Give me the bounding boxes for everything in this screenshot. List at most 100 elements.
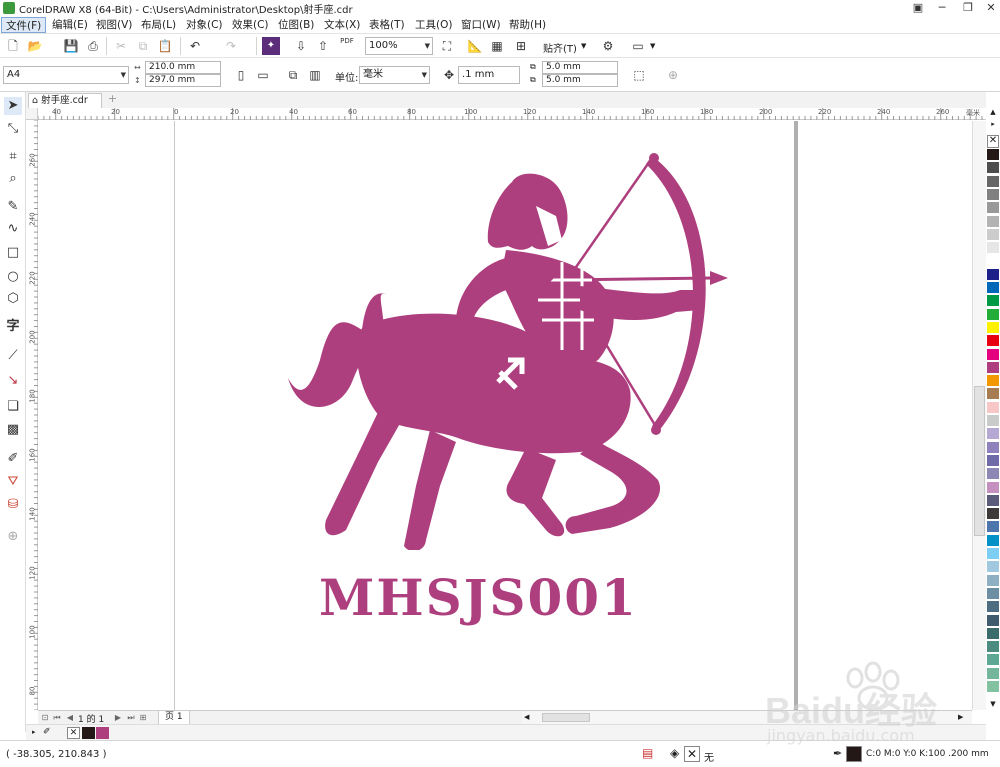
palette-swatch[interactable] bbox=[987, 242, 999, 255]
eyedropper-icon[interactable]: ✐ bbox=[43, 727, 51, 737]
palette-swatch[interactable] bbox=[987, 401, 999, 414]
palette-swatch[interactable] bbox=[987, 454, 999, 467]
drop-shadow-icon[interactable]: ❏ bbox=[4, 398, 22, 416]
import-icon[interactable]: ⇩ bbox=[292, 37, 310, 55]
palette-play-icon[interactable]: ▸ bbox=[32, 728, 36, 736]
export-icon[interactable]: ⇧ bbox=[314, 37, 332, 55]
interactive-fill-icon[interactable]: ⛛ bbox=[4, 473, 22, 491]
application-launcher-icon[interactable]: ▭ bbox=[629, 37, 647, 55]
palette-swatch[interactable] bbox=[987, 295, 999, 308]
ruler-origin[interactable] bbox=[26, 108, 38, 120]
rectangle-tool-icon[interactable]: □ bbox=[4, 244, 22, 262]
crop-tool-icon[interactable]: ⌗ bbox=[4, 148, 22, 166]
menu-table[interactable]: 表格(T) bbox=[365, 17, 409, 33]
nudge-distance-input[interactable]: .1 mm bbox=[458, 66, 520, 84]
add-tool-icon[interactable]: ⊕ bbox=[4, 528, 22, 546]
smart-fill-icon[interactable]: ⛁ bbox=[4, 496, 22, 514]
no-color-swatch[interactable]: ✕ bbox=[987, 135, 999, 148]
palette-swatch[interactable] bbox=[987, 521, 999, 534]
previous-page-icon[interactable]: ◀ bbox=[65, 712, 75, 723]
palette-swatch[interactable] bbox=[987, 228, 999, 241]
palette-swatch[interactable] bbox=[987, 308, 999, 321]
palette-swatch[interactable] bbox=[987, 481, 999, 494]
full-screen-icon[interactable]: ⛶ bbox=[438, 37, 456, 55]
palette-swatch[interactable] bbox=[987, 627, 999, 640]
vertical-scroll-thumb[interactable] bbox=[974, 386, 985, 536]
palette-scroll-up-icon[interactable]: ▲ bbox=[987, 108, 999, 118]
first-page-icon[interactable]: ⏮ bbox=[52, 712, 62, 723]
palette-swatch[interactable] bbox=[987, 348, 999, 361]
vertical-scrollbar[interactable] bbox=[972, 121, 986, 710]
undo-icon[interactable]: ↶ bbox=[186, 37, 204, 55]
all-pages-icon[interactable]: ⧉ bbox=[284, 66, 302, 84]
vertical-ruler[interactable]: 260 240 220 200 180 160 140 120 100 80 bbox=[26, 120, 38, 710]
open-icon[interactable]: 📂 bbox=[26, 37, 44, 55]
palette-swatch[interactable] bbox=[987, 361, 999, 374]
quick-customize-icon[interactable]: ⊕ bbox=[664, 66, 682, 84]
cut-icon[interactable]: ✂ bbox=[112, 37, 130, 55]
scroll-left-icon[interactable]: ◀ bbox=[524, 713, 529, 721]
parallel-dimension-icon[interactable]: ⟋ bbox=[4, 347, 22, 365]
snap-to-dropdown[interactable]: 贴齐(T) bbox=[543, 40, 577, 55]
palette-menu-icon[interactable]: ▸ bbox=[987, 120, 999, 132]
connector-tool-icon[interactable]: ↘ bbox=[4, 372, 22, 390]
menu-edit[interactable]: 编辑(E) bbox=[48, 17, 92, 33]
palette-swatch[interactable] bbox=[987, 468, 999, 481]
landscape-icon[interactable]: ▭ bbox=[254, 66, 272, 84]
palette-swatch[interactable] bbox=[987, 494, 999, 507]
save-icon[interactable]: 💾 bbox=[62, 37, 80, 55]
treat-as-filled-icon[interactable]: ⬚ bbox=[630, 66, 648, 84]
menu-file[interactable]: 文件(F) bbox=[1, 17, 47, 33]
palette-swatch[interactable] bbox=[987, 321, 999, 334]
palette-swatch[interactable] bbox=[987, 508, 999, 521]
palette-swatch[interactable] bbox=[987, 614, 999, 627]
palette-swatch[interactable] bbox=[987, 375, 999, 388]
add-page-icon[interactable]: ⊞ bbox=[138, 712, 148, 723]
current-page-icon[interactable]: ▥ bbox=[306, 66, 324, 84]
duplicate-y-input[interactable]: 5.0 mm bbox=[542, 74, 618, 87]
portrait-icon[interactable]: ▯ bbox=[232, 66, 250, 84]
palette-swatch[interactable] bbox=[987, 441, 999, 454]
zoom-tool-icon[interactable]: ⌕ bbox=[4, 170, 22, 188]
print-icon[interactable]: ⎙ bbox=[84, 37, 102, 55]
palette-swatch[interactable] bbox=[987, 574, 999, 587]
document-swatch[interactable] bbox=[96, 727, 109, 739]
sagittarius-artwork[interactable] bbox=[280, 150, 740, 550]
search-content-icon[interactable]: ✦ bbox=[262, 37, 280, 55]
transparency-tool-icon[interactable]: ▩ bbox=[4, 421, 22, 439]
palette-swatch[interactable] bbox=[987, 188, 999, 201]
shape-tool-icon[interactable]: ⤡ bbox=[4, 120, 22, 138]
menu-text[interactable]: 文本(X) bbox=[320, 17, 364, 33]
palette-swatch[interactable] bbox=[987, 561, 999, 574]
eyedropper-icon[interactable]: ✐ bbox=[4, 450, 22, 468]
palette-swatch[interactable] bbox=[987, 415, 999, 427]
no-color-swatch[interactable]: ✕ bbox=[67, 727, 80, 739]
new-tab-plus-icon[interactable]: + bbox=[106, 93, 119, 106]
duplicate-x-input[interactable]: 5.0 mm bbox=[542, 61, 618, 74]
artistic-media-icon[interactable]: ∿ bbox=[4, 220, 22, 238]
options-gear-icon[interactable]: ⚙ bbox=[599, 37, 617, 55]
menu-window[interactable]: 窗口(W) bbox=[457, 17, 505, 33]
ellipse-tool-icon[interactable]: ○ bbox=[4, 268, 22, 286]
palette-swatch[interactable] bbox=[987, 175, 999, 188]
color-proof-icon[interactable]: ▤ bbox=[642, 746, 653, 760]
palette-swatch[interactable] bbox=[987, 215, 999, 228]
palette-swatch[interactable] bbox=[987, 388, 999, 401]
palette-swatch[interactable] bbox=[987, 641, 999, 654]
palette-swatch[interactable] bbox=[987, 255, 999, 268]
logo-text[interactable]: MHSJS001 bbox=[319, 568, 636, 628]
document-swatch[interactable] bbox=[82, 727, 95, 739]
text-tool-icon[interactable]: 字 bbox=[4, 318, 22, 336]
palette-swatch[interactable] bbox=[987, 548, 999, 560]
zoom-level-select[interactable]: 100% ▼ bbox=[365, 37, 433, 55]
pick-tool-icon[interactable]: ➤ bbox=[4, 97, 22, 115]
horizontal-scroll-thumb[interactable] bbox=[542, 713, 590, 722]
palette-swatch[interactable] bbox=[987, 268, 999, 281]
new-document-icon[interactable]: 🗋 bbox=[4, 37, 22, 55]
palette-swatch[interactable] bbox=[987, 282, 999, 294]
menu-effects[interactable]: 效果(C) bbox=[228, 17, 273, 33]
palette-swatch[interactable] bbox=[987, 601, 999, 614]
palette-swatch[interactable] bbox=[987, 428, 999, 441]
palette-swatch[interactable] bbox=[987, 149, 999, 161]
menu-bitmaps[interactable]: 位图(B) bbox=[274, 17, 318, 33]
